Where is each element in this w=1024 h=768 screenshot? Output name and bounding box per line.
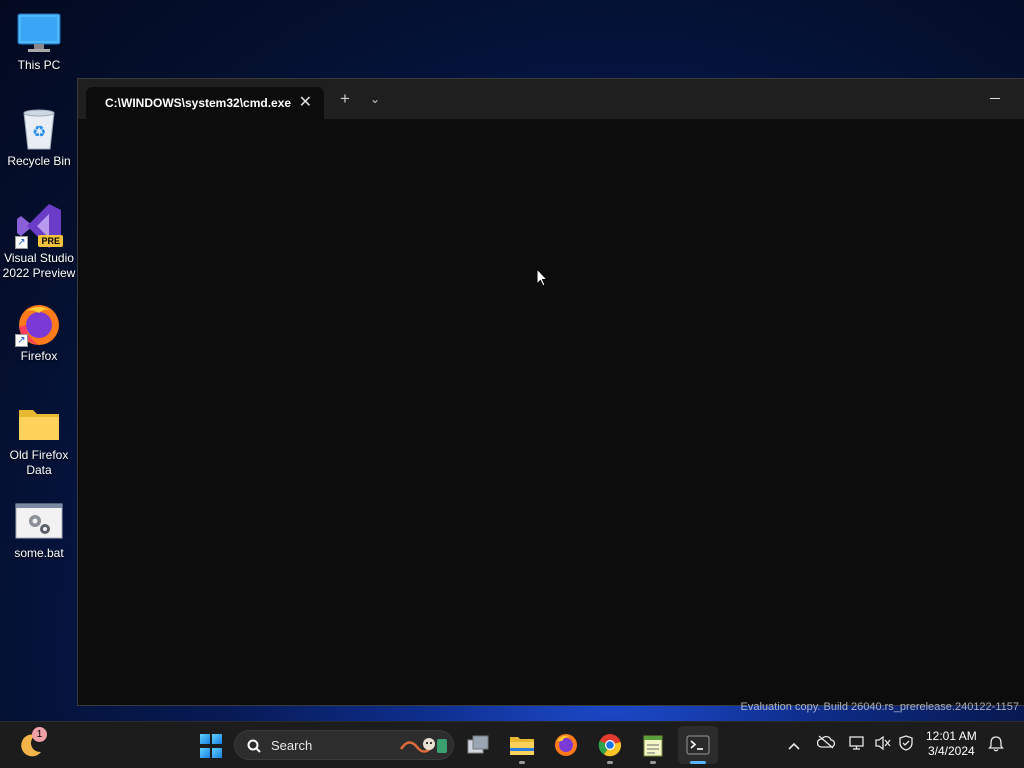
notification-badge: 1 <box>32 727 47 742</box>
running-indicator <box>519 761 525 764</box>
tab-title: C:\WINDOWS\system32\cmd.exe <box>105 96 292 110</box>
monitor-icon <box>15 10 63 56</box>
evaluation-watermark: Evaluation copy. Build 26040.rs_prerelea… <box>740 701 1019 713</box>
svg-text:♻: ♻ <box>32 122 46 141</box>
visual-studio-icon: PRE ↗ <box>15 203 63 249</box>
system-clock[interactable]: 12:01 AM 3/4/2024 <box>926 729 977 759</box>
pre-badge: PRE <box>38 235 63 247</box>
desktop-icon-label: Firefox <box>20 349 58 363</box>
terminal-titlebar[interactable]: C:\WINDOWS\system32\cmd.exe ✕ + ⌄ <box>78 79 1024 119</box>
desktop-icon-label: Old Firefox Data <box>9 448 69 477</box>
taskbar: 1 Search 12:01 AM 3/4/2024 <box>0 721 1024 768</box>
clock-time: 12:01 AM <box>926 729 977 743</box>
search-box[interactable]: Search <box>234 730 454 760</box>
desktop-icon-firefox[interactable]: ↗ Firefox <box>0 301 78 364</box>
tab-cmd[interactable]: C:\WINDOWS\system32\cmd.exe ✕ <box>86 87 324 119</box>
desktop-icon-label: some.bat <box>14 546 64 560</box>
desktop-icon-old-firefox-data[interactable]: Old Firefox Data <box>0 400 78 478</box>
shortcut-arrow-icon: ↗ <box>15 334 28 347</box>
close-tab-icon[interactable]: ✕ <box>299 92 312 112</box>
terminal-taskbar-button[interactable] <box>685 732 711 764</box>
tray-overflow-chevron-icon[interactable] <box>788 737 800 753</box>
folder-icon <box>510 737 534 755</box>
start-button[interactable] <box>198 733 224 759</box>
widgets-button[interactable]: 1 <box>18 727 47 758</box>
folder-icon <box>15 400 63 446</box>
clock-date: 3/4/2024 <box>927 744 975 758</box>
chevron-down-icon[interactable]: ⌄ <box>370 92 380 106</box>
notification-bell-icon[interactable] <box>988 735 1004 755</box>
notepad-icon <box>643 735 663 757</box>
desktop-icon-recycle-bin[interactable]: ♻ Recycle Bin <box>0 106 78 169</box>
search-placeholder: Search <box>271 738 313 753</box>
mouse-cursor-icon <box>536 268 548 287</box>
desktop-icon-some-bat[interactable]: some.bat <box>0 498 78 561</box>
onedrive-offline-icon[interactable] <box>816 735 836 752</box>
windows-logo-icon <box>200 734 210 744</box>
terminal-window[interactable]: C:\WINDOWS\system32\cmd.exe ✕ + ⌄ <box>78 79 1024 705</box>
desktop-icon-label: This PC <box>17 58 61 72</box>
terminal-icon <box>686 735 710 755</box>
task-view-icon <box>467 735 489 754</box>
firefox-taskbar-button[interactable] <box>553 732 579 758</box>
desktop-icon-label: Visual Studio 2022 Preview <box>2 251 76 280</box>
task-view-button[interactable] <box>465 732 491 758</box>
desktop-icon-visual-studio[interactable]: PRE ↗ Visual Studio 2022 Preview <box>0 203 78 281</box>
batch-file-icon <box>15 498 63 544</box>
desktop-icon-this-pc[interactable]: This PC <box>0 10 78 73</box>
search-icon <box>247 739 261 753</box>
recycle-bin-icon: ♻ <box>15 106 63 152</box>
console-area[interactable] <box>78 119 1024 705</box>
running-indicator-active <box>690 761 706 764</box>
chrome-icon <box>598 734 622 757</box>
file-explorer-button[interactable] <box>509 732 535 764</box>
security-shield-icon[interactable] <box>898 735 914 754</box>
firefox-icon <box>555 734 577 756</box>
minimize-button[interactable] <box>988 87 1002 101</box>
network-icon[interactable] <box>849 735 865 754</box>
new-tab-button[interactable]: + <box>340 90 350 107</box>
volume-muted-icon[interactable] <box>874 735 892 754</box>
desktop-icon-label: Recycle Bin <box>7 154 71 168</box>
running-indicator <box>607 761 613 764</box>
running-indicator <box>650 761 656 764</box>
shortcut-arrow-icon: ↗ <box>15 236 28 249</box>
search-highlight-art-icon <box>399 738 447 753</box>
firefox-icon: ↗ <box>15 301 63 347</box>
chrome-button[interactable] <box>597 732 623 764</box>
notepad-button[interactable] <box>640 732 666 764</box>
